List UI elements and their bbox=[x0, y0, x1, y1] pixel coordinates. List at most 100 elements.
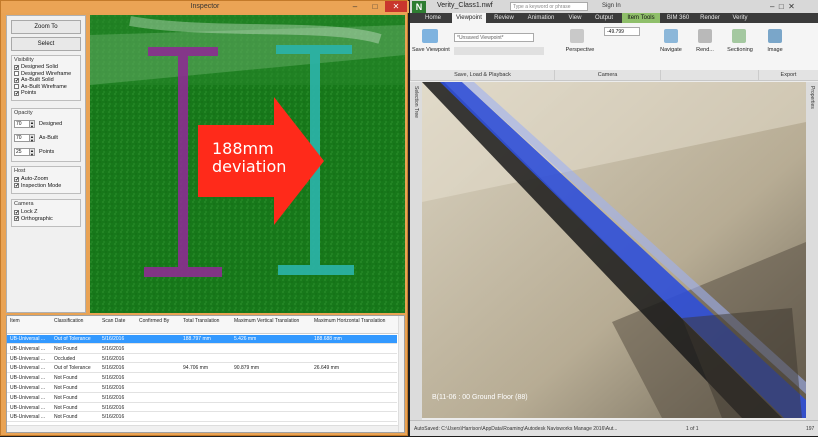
opacity-group: Opacity 70 ▲ ▼ Designed 70 ▲ ▼ As-Built 25 ▲ ▼ Poin… bbox=[11, 108, 81, 162]
memory-indicator: 197 bbox=[806, 426, 815, 432]
checkbox-orthographic[interactable]: ✔ Orthographic bbox=[14, 216, 53, 223]
checkbox-inspection-mode[interactable]: ✔ Inspection Mode bbox=[14, 183, 61, 190]
tab-item-tools[interactable]: Item Tools bbox=[622, 13, 660, 23]
checkbox-box[interactable]: ✔ bbox=[14, 77, 19, 83]
tab-review[interactable]: Review bbox=[490, 13, 518, 23]
checkbox-points[interactable]: ✔ Points bbox=[14, 90, 71, 97]
checkbox-box[interactable]: ✔ bbox=[14, 176, 19, 182]
ribbon-group-camera[interactable]: Camera bbox=[554, 70, 660, 80]
spinner-arrows-icon[interactable]: ▲ ▼ bbox=[30, 119, 35, 128]
checkbox-box[interactable]: ✔ bbox=[14, 209, 19, 215]
navisworks-window: N Verity_Class1.nwf Type a keyword or ph… bbox=[410, 0, 818, 436]
tab-view[interactable]: View bbox=[564, 13, 586, 23]
table-row[interactable]: UB-Universal ... Out of Tolerance 5/16/201… bbox=[7, 364, 397, 374]
camera-field-input[interactable]: -49.799 bbox=[604, 27, 640, 36]
table-row[interactable]: UB-Universal ... Occluded 5/16/2016 bbox=[7, 355, 397, 364]
sign-in-link[interactable]: Sign In bbox=[602, 3, 621, 9]
image-button[interactable]: Image bbox=[760, 47, 790, 53]
select-button[interactable]: Select bbox=[11, 37, 81, 51]
table-cell: UB-Universal ... bbox=[10, 336, 46, 342]
properties-tab[interactable]: Properties bbox=[806, 82, 818, 420]
table-cell: UB-Universal ... bbox=[10, 375, 46, 382]
tab-viewpoint[interactable]: Viewpoint bbox=[452, 13, 486, 23]
deviation-annotation: 188mm deviation bbox=[212, 140, 286, 176]
playback-controls[interactable] bbox=[454, 47, 544, 55]
opacity-value-input[interactable]: 70 bbox=[14, 133, 30, 142]
ribbon-group-save-load[interactable]: Save, Load & Playback bbox=[410, 70, 554, 80]
tab-home[interactable]: Home bbox=[418, 13, 448, 23]
table-cell: UB-Universal ... bbox=[10, 414, 46, 421]
tab-animation[interactable]: Animation bbox=[522, 13, 560, 23]
checkbox-box[interactable]: ✔ bbox=[14, 216, 19, 222]
spinner-arrows-icon[interactable]: ▲ ▼ bbox=[30, 147, 35, 156]
sectioning-button[interactable]: Sectioning bbox=[722, 47, 758, 53]
table-cell: 5/16/2016 bbox=[102, 404, 125, 411]
scene-render bbox=[422, 82, 806, 418]
column-header[interactable]: Confirmed By bbox=[139, 318, 181, 324]
checkbox-box[interactable]: ✔ bbox=[14, 183, 19, 189]
table-row[interactable]: UB-Universal ... Not Found 5/16/2016 bbox=[7, 384, 397, 393]
tab-verity[interactable]: Verity bbox=[728, 13, 752, 23]
column-header[interactable]: Maximum Horizontal Translation bbox=[314, 318, 394, 324]
navigate-button[interactable]: Navigate bbox=[654, 47, 688, 53]
image-icon bbox=[768, 29, 782, 43]
table-row[interactable]: UB-Universal ... Not Found 5/16/2016 bbox=[7, 413, 397, 423]
maximize-button[interactable]: □ bbox=[365, 1, 385, 12]
navisworks-3d-view[interactable]: B(11-06 : 00 Ground Floor (88) bbox=[422, 82, 806, 418]
search-input[interactable]: Type a keyword or phrase bbox=[510, 2, 588, 11]
column-header[interactable]: Scan Date bbox=[102, 318, 137, 324]
tab-bim-360[interactable]: BIM 360 bbox=[664, 13, 692, 23]
minimize-button[interactable]: – bbox=[345, 1, 365, 12]
table-cell: Not Found bbox=[54, 404, 78, 411]
visibility-group: Visibility ✔ Designed Solid Designed Wiref… bbox=[11, 55, 81, 101]
checkbox-box[interactable]: ✔ bbox=[14, 64, 19, 70]
opacity-value-input[interactable]: 25 bbox=[14, 147, 30, 156]
checkbox-label: Inspection Mode bbox=[21, 182, 62, 189]
render-button[interactable]: Rend... bbox=[690, 47, 720, 53]
tab-render[interactable]: Render bbox=[696, 13, 724, 23]
window-controls[interactable]: – □ ✕ bbox=[770, 1, 818, 12]
column-header[interactable]: Classification bbox=[54, 318, 100, 324]
deviation-value: 188mm bbox=[212, 139, 274, 158]
table-cell: Out of Tolerance bbox=[54, 336, 91, 342]
spinner-arrows-icon[interactable]: ▲ ▼ bbox=[30, 133, 35, 142]
table-scrollbar[interactable] bbox=[398, 316, 404, 432]
zoom-to-button[interactable]: Zoom To bbox=[11, 20, 81, 34]
checkbox-label: Orthographic bbox=[21, 215, 53, 222]
table-cell: Occluded bbox=[54, 355, 76, 362]
column-header[interactable]: Total Translation bbox=[183, 318, 232, 324]
opacity-label: Opacity bbox=[14, 110, 33, 116]
table-cell: UB-Universal ... bbox=[10, 404, 46, 411]
ribbon-group-export[interactable]: Export bbox=[758, 70, 818, 80]
opacity-value-input[interactable]: 70 bbox=[14, 119, 30, 128]
table-cell: 5.426 mm bbox=[234, 336, 257, 342]
inspection-viewport[interactable]: 188mm deviation bbox=[90, 15, 405, 313]
table-row[interactable]: UB-Universal ... Out of Tolerance 5/16/201… bbox=[7, 335, 397, 344]
close-button[interactable]: ✕ bbox=[385, 1, 407, 12]
selection-tree-tab[interactable]: Selection Tree bbox=[410, 82, 422, 420]
checkbox-box[interactable]: ✔ bbox=[14, 90, 19, 96]
table-row[interactable]: UB-Universal ... Not Found 5/16/2016 bbox=[7, 404, 397, 413]
checkbox-box[interactable] bbox=[14, 71, 19, 77]
navisworks-logo-icon[interactable]: N bbox=[412, 1, 426, 13]
results-table: Item Classification Scan Date Confirmed By T… bbox=[6, 315, 405, 433]
save-viewpoint-button[interactable]: Save Viewpoint bbox=[412, 47, 450, 53]
table-cell: UB-Universal ... bbox=[10, 345, 46, 352]
table-hscrollbar[interactable] bbox=[7, 425, 398, 432]
host-group: Host ✔ Auto-Zoom ✔ Inspection Mode bbox=[11, 166, 81, 194]
ribbon-group-tools[interactable] bbox=[660, 70, 758, 80]
table-row[interactable]: UB-Universal ... Not Found 5/16/2016 bbox=[7, 345, 397, 354]
opacity-row-label: Points bbox=[39, 148, 55, 155]
table-row[interactable]: UB-Universal ... Not Found 5/16/2016 bbox=[7, 374, 397, 383]
table-row[interactable]: UB-Universal ... Not Found 5/16/2016 bbox=[7, 394, 397, 403]
viewpoint-dropdown[interactable]: *Unsaved Viewpoint* bbox=[454, 33, 534, 42]
checkbox-box[interactable] bbox=[14, 84, 19, 90]
perspective-button[interactable]: Perspective bbox=[560, 47, 600, 53]
column-header[interactable]: Item bbox=[10, 318, 52, 324]
column-header[interactable]: Maximum Vertical Translation bbox=[234, 318, 312, 324]
host-label: Host bbox=[14, 168, 26, 174]
table-cell: 5/16/2016 bbox=[102, 414, 125, 421]
opacity-row-label: As-Built bbox=[39, 134, 58, 141]
save-viewpoint-icon bbox=[422, 29, 438, 43]
tab-output[interactable]: Output bbox=[590, 13, 618, 23]
